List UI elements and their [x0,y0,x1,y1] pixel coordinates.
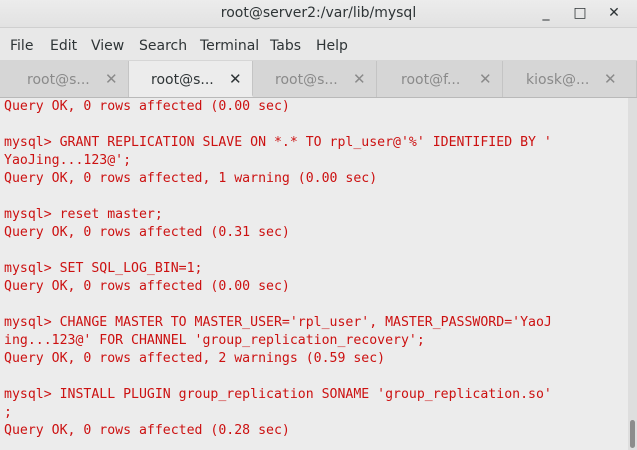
tab-label: root@s... [151,72,214,88]
tab-close-icon[interactable]: ✕ [229,70,242,88]
terminal-line: mysql> GRANT REPLICATION SLAVE ON *.* TO… [4,135,552,150]
terminal-line: ing...123@' FOR CHANNEL 'group_replicati… [4,333,425,348]
tab-label: root@s... [27,72,90,88]
minimize-icon[interactable]: _ [536,3,556,23]
menu-search[interactable]: Search [139,38,187,54]
terminal-line: mysql> INSTALL PLUGIN group_replication … [4,387,552,402]
tab-label: root@f... [401,72,461,88]
terminal-line: Query OK, 0 rows affected, 1 warning (0.… [4,171,378,186]
menu-bar: File Edit View Search Terminal Tabs Help [0,28,637,60]
terminal-line: Query OK, 0 rows affected (0.00 sec) [4,279,290,294]
close-icon[interactable]: ✕ [604,3,624,23]
scrollbar-thumb[interactable] [630,420,635,448]
terminal-line: Query OK, 0 rows affected, 2 warnings (0… [4,351,386,366]
menu-tabs[interactable]: Tabs [270,38,301,54]
terminal-line: mysql> SET SQL_LOG_BIN=1; [4,261,203,276]
tab-close-icon[interactable]: ✕ [479,70,492,88]
terminal-line: mysql> CHANGE MASTER TO MASTER_USER='rpl… [4,315,552,330]
terminal-output[interactable]: Query OK, 0 rows affected (0.00 sec) mys… [0,98,628,450]
tab-3[interactable]: root@s... ✕ [253,61,377,97]
maximize-icon[interactable]: □ [570,3,590,23]
terminal-line: Query OK, 0 rows affected (0.31 sec) [4,225,290,240]
tab-2-active[interactable]: root@s... ✕ [129,61,253,97]
tab-close-icon[interactable]: ✕ [105,70,118,88]
terminal-line: ; [4,405,12,420]
tab-4[interactable]: root@f... ✕ [379,61,503,97]
menu-help[interactable]: Help [316,38,348,54]
tab-1[interactable]: root@s... ✕ [5,61,129,97]
menu-edit[interactable]: Edit [50,38,77,54]
tab-close-icon[interactable]: ✕ [604,70,617,88]
terminal-line: Query OK, 0 rows affected (0.28 sec) [4,423,290,438]
menu-view[interactable]: View [91,38,124,54]
title-bar: root@server2:/var/lib/mysql _ □ ✕ [0,0,637,28]
menu-terminal[interactable]: Terminal [200,38,259,54]
tab-close-icon[interactable]: ✕ [353,70,366,88]
tab-bar: root@s... ✕ root@s... ✕ root@s... ✕ root… [0,60,637,98]
terminal-line: mysql> reset master; [4,207,163,222]
tab-5[interactable]: kiosk@... ✕ [504,61,637,97]
tab-label: root@s... [275,72,338,88]
tab-label: kiosk@... [526,72,590,88]
terminal-scrollbar[interactable] [628,98,637,450]
terminal-line: Query OK, 0 rows affected (0.00 sec) [4,99,290,114]
menu-file[interactable]: File [10,38,33,54]
terminal-line: YaoJing...123@'; [4,153,132,168]
